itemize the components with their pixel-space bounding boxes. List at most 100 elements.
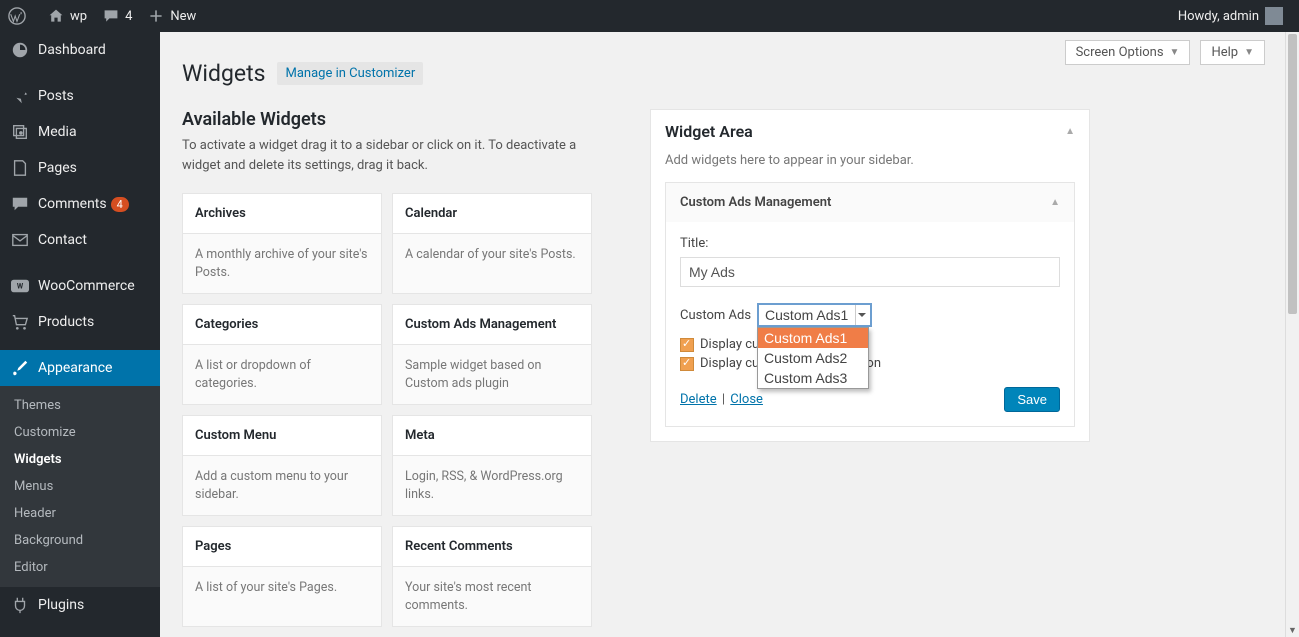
cart-icon (10, 312, 30, 332)
comment-icon (10, 194, 30, 214)
submenu-background[interactable]: Background (0, 527, 160, 554)
widget-area-desc: Add widgets here to appear in your sideb… (651, 153, 1089, 182)
available-widget[interactable]: Custom MenuAdd a custom menu to your sid… (182, 415, 382, 516)
admin-sidebar: Dashboard Posts Media Pages Comments 4 C… (0, 32, 160, 637)
sidebar-label: WooCommerce (38, 278, 135, 294)
submenu-widgets[interactable]: Widgets (0, 446, 160, 473)
sidebar-item-contact[interactable]: Contact (0, 222, 160, 258)
scroll-down-icon[interactable]: ▼ (1286, 623, 1299, 637)
chevron-down-icon: ▼ (1170, 47, 1180, 58)
new-content-link[interactable]: New (140, 0, 204, 32)
sidebar-label: Media (38, 124, 77, 140)
brush-icon (10, 358, 30, 378)
available-widget[interactable]: ArchivesA monthly archive of your site's… (182, 193, 382, 294)
delete-link[interactable]: Delete (680, 392, 717, 407)
widget-description: A calendar of your site's Posts. (393, 234, 591, 276)
site-name-link[interactable]: wp (40, 0, 95, 32)
sidebar-item-woocommerce[interactable]: W WooCommerce (0, 268, 160, 304)
sidebar-label: Posts (38, 88, 74, 104)
plus-icon (148, 8, 164, 24)
available-widget[interactable]: CategoriesA list or dropdown of categori… (182, 304, 382, 405)
admin-bar: wp 4 New Howdy, admin (0, 0, 1299, 32)
available-widget[interactable]: PagesA list of your site's Pages. (182, 526, 382, 627)
my-account[interactable]: Howdy, admin (1170, 0, 1291, 32)
comments-count-badge: 4 (111, 197, 129, 212)
screen-options-button[interactable]: Screen Options ▼ (1065, 40, 1191, 65)
sidebar-item-dashboard[interactable]: Dashboard (0, 32, 160, 68)
display-desc-checkbox[interactable] (680, 357, 694, 371)
submenu-editor[interactable]: Editor (0, 554, 160, 581)
widget-instance-header[interactable]: Custom Ads Management ▲ (666, 183, 1074, 222)
dropdown-option[interactable]: Custom Ads2 (758, 348, 868, 368)
submenu-customize[interactable]: Customize (0, 419, 160, 446)
site-name: wp (70, 9, 87, 24)
widget-description: Login, RSS, & WordPress.org links. (393, 456, 591, 515)
widget-description: Sample widget based on Custom ads plugin (393, 345, 591, 404)
wordpress-icon (8, 7, 26, 25)
custom-ads-dropdown[interactable]: Custom Ads1Custom Ads2Custom Ads3 (757, 327, 869, 389)
available-widget[interactable]: Custom Ads ManagementSample widget based… (392, 304, 592, 405)
sidebar-label: Appearance (38, 360, 112, 376)
widget-instance-title: Custom Ads Management (680, 195, 831, 210)
widget-area-panel: Widget Area ▲ Add widgets here to appear… (650, 109, 1090, 442)
custom-ads-select-label: Custom Ads (680, 308, 751, 323)
wp-logo[interactable] (0, 0, 40, 32)
available-widget[interactable]: Recent CommentsYour site's most recent c… (392, 526, 592, 627)
dashboard-icon (10, 40, 30, 60)
sidebar-item-posts[interactable]: Posts (0, 78, 160, 114)
widget-name: Categories (183, 305, 381, 345)
sidebar-item-appearance[interactable]: Appearance (0, 350, 160, 386)
page-title: Widgets (182, 60, 265, 87)
plug-icon (10, 595, 30, 615)
manage-in-customizer-link[interactable]: Manage in Customizer (277, 62, 423, 85)
widget-description: A list or dropdown of categories. (183, 345, 381, 404)
display-title-checkbox[interactable] (680, 338, 694, 352)
available-widget[interactable]: MetaLogin, RSS, & WordPress.org links. (392, 415, 592, 516)
help-label: Help (1211, 45, 1238, 60)
sidebar-label: Comments (38, 196, 107, 212)
mail-icon (10, 230, 30, 250)
dropdown-option[interactable]: Custom Ads3 (758, 368, 868, 388)
widget-name: Pages (183, 527, 381, 567)
widget-description: A list of your site's Pages. (183, 567, 381, 609)
custom-ads-select[interactable]: Custom Ads1 (757, 303, 872, 327)
widget-name: Meta (393, 416, 591, 456)
scrollbar-thumb[interactable] (1288, 34, 1297, 314)
chevron-up-icon: ▲ (1050, 197, 1060, 208)
title-input[interactable] (680, 257, 1060, 287)
new-label: New (170, 9, 196, 24)
sidebar-item-pages[interactable]: Pages (0, 150, 160, 186)
comments-link[interactable]: 4 (95, 0, 140, 32)
sidebar-item-products[interactable]: Products (0, 304, 160, 340)
comments-count: 4 (125, 9, 132, 24)
save-button[interactable]: Save (1004, 387, 1060, 412)
help-button[interactable]: Help ▼ (1200, 40, 1265, 65)
svg-text:W: W (17, 282, 24, 291)
sidebar-item-plugins[interactable]: Plugins (0, 587, 160, 623)
submenu-header[interactable]: Header (0, 500, 160, 527)
widget-name: Recent Comments (393, 527, 591, 567)
comment-icon (103, 8, 119, 24)
widget-description: Add a custom menu to your sidebar. (183, 456, 381, 515)
page-icon (10, 158, 30, 178)
widget-instance: Custom Ads Management ▲ Title: Custom Ad… (665, 182, 1075, 427)
media-icon (10, 122, 30, 142)
chevron-down-icon: ▼ (1244, 47, 1254, 58)
home-icon (48, 8, 64, 24)
sidebar-item-comments[interactable]: Comments 4 (0, 186, 160, 222)
submenu-themes[interactable]: Themes (0, 392, 160, 419)
available-widgets-desc: To activate a widget drag it to a sideba… (182, 136, 592, 175)
dropdown-option[interactable]: Custom Ads1 (758, 328, 868, 348)
close-link[interactable]: Close (730, 392, 763, 407)
sidebar-label: Dashboard (38, 42, 106, 58)
submenu-menus[interactable]: Menus (0, 473, 160, 500)
widget-area-header[interactable]: Widget Area ▲ (651, 110, 1089, 153)
available-widget[interactable]: CalendarA calendar of your site's Posts. (392, 193, 592, 294)
screen-options-label: Screen Options (1076, 45, 1164, 60)
sidebar-label: Products (38, 314, 94, 330)
widget-name: Archives (183, 194, 381, 234)
title-field-label: Title: (680, 236, 1060, 251)
scrollbar[interactable]: ▼ (1285, 32, 1299, 637)
sidebar-item-media[interactable]: Media (0, 114, 160, 150)
pin-icon (10, 86, 30, 106)
